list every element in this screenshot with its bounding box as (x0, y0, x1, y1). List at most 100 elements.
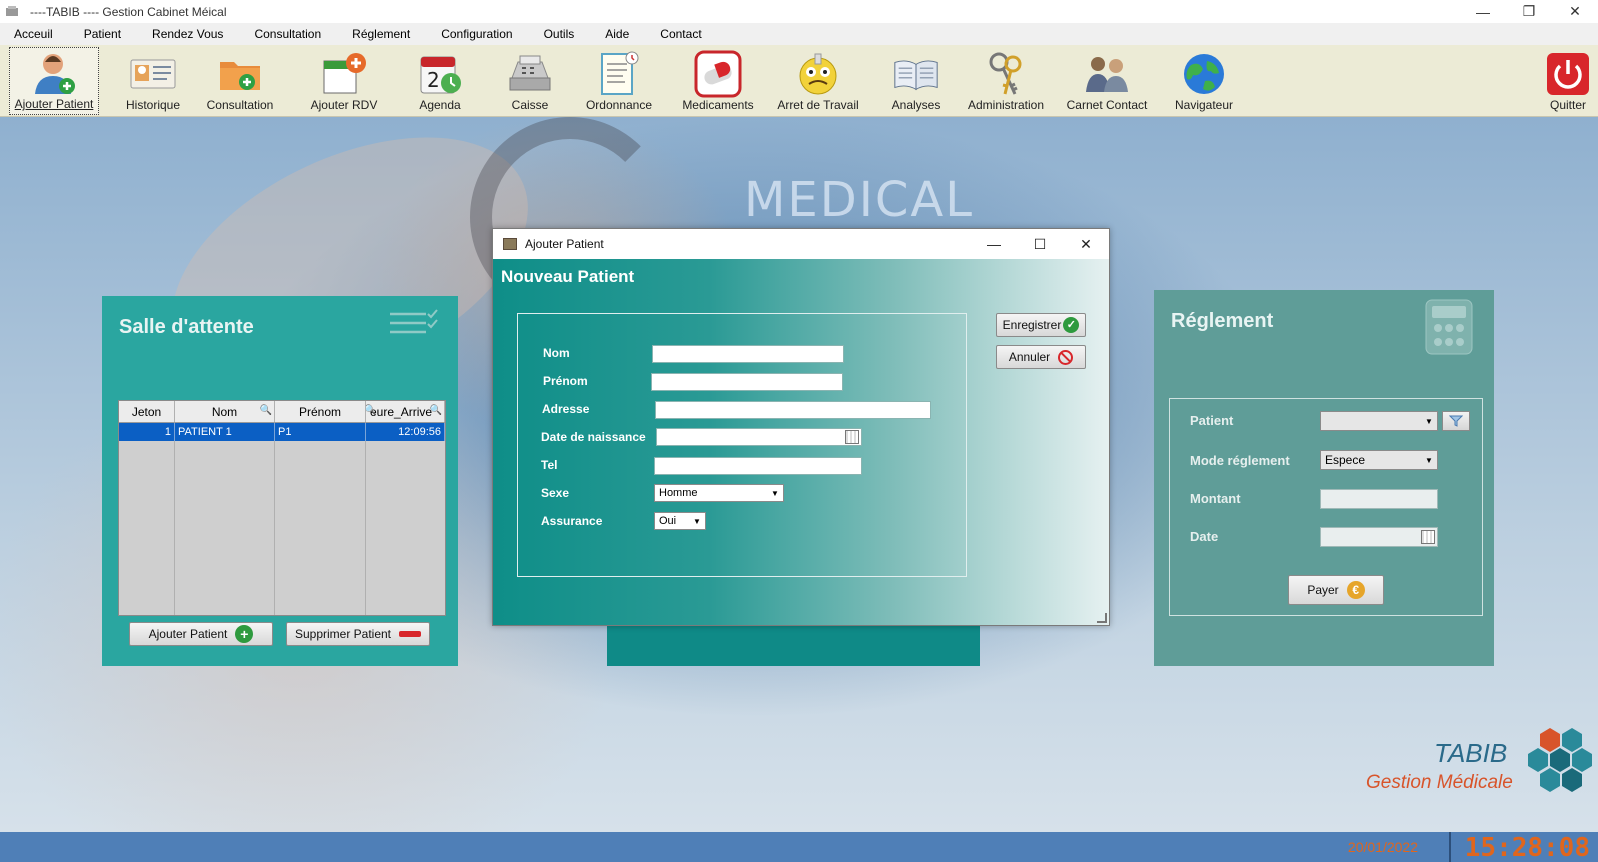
assurance-select[interactable]: Oui ▼ (654, 512, 706, 530)
toolbar-quitter-label: Quitter (1549, 98, 1586, 112)
col-header-heure[interactable]: 🔍eure_Arrive🔍 (366, 401, 445, 422)
reglement-panel: Réglement Patient ▼ Mode réglement Espec… (1154, 290, 1494, 666)
logo-name: TABIB (1434, 738, 1508, 768)
toolbar-medicaments-label: Medicaments (682, 98, 754, 112)
status-bar: 20/01/2022 15:28:08 (0, 832, 1598, 862)
salle-attente-title: Salle d'attente (119, 316, 254, 338)
toolbar-navigateur[interactable]: Navigateur (1166, 47, 1242, 115)
mode-reglement-value: Espece (1325, 453, 1366, 467)
toolbar-medicaments[interactable]: Medicaments (678, 47, 758, 115)
payer-button-label: Payer (1307, 583, 1339, 597)
filter-button[interactable] (1442, 411, 1470, 431)
assurance-value: Oui (659, 515, 677, 527)
prenom-label: Prénom (543, 374, 588, 388)
keys-icon (981, 50, 1031, 98)
tel-label: Tel (541, 458, 558, 472)
toolbar-carnet-contact[interactable]: Carnet Contact (1062, 47, 1152, 115)
ajouter-patient-dialog: Ajouter Patient — ☐ ✕ Nouveau Patient No… (492, 228, 1110, 626)
sexe-label: Sexe (541, 486, 570, 500)
date-naissance-picker[interactable] (656, 428, 862, 446)
reglement-date-picker[interactable] (1320, 527, 1438, 547)
cell-jeton: 1 (119, 423, 175, 441)
dialog-close-button[interactable]: ✕ (1063, 229, 1109, 259)
svg-text:2: 2 (427, 68, 440, 92)
power-icon (1543, 50, 1593, 98)
grid-column-lines (119, 441, 445, 615)
window-titlebar: ----TABIB ---- Gestion Cabinet Méical — … (0, 0, 1598, 23)
toolbar-arret-de-travail[interactable]: Arret de Travail (770, 47, 866, 115)
tel-input[interactable] (654, 457, 862, 475)
toolbar-consultation-label: Consultation (206, 98, 274, 112)
table-row[interactable]: 1 PATIENT 1 P1 12:09:56 (119, 423, 445, 441)
mode-reglement-select[interactable]: Espece ▼ (1320, 450, 1438, 470)
toolbar-caisse-label: Caisse (511, 98, 549, 112)
reglement-patient-select[interactable]: ▼ (1320, 411, 1438, 431)
adresse-input[interactable] (655, 401, 931, 419)
menu-configuration[interactable]: Configuration (434, 27, 519, 41)
col-header-heure-label: eure_Arrive (370, 404, 433, 419)
chevron-down-icon: ▼ (1425, 416, 1433, 426)
col-header-prenom[interactable]: Prénom (275, 401, 366, 422)
cell-prenom: P1 (275, 423, 366, 441)
toolbar-administration-label: Administration (967, 98, 1045, 112)
toolbar-historique[interactable]: Historique (118, 47, 188, 115)
search-icon: 🔍 (429, 405, 442, 416)
dialog-minimize-button[interactable]: — (971, 229, 1017, 259)
prenom-input[interactable] (651, 373, 843, 391)
enregistrer-button[interactable]: Enregistrer ✓ (996, 313, 1086, 337)
col-header-jeton[interactable]: Jeton (119, 401, 175, 422)
dialog-maximize-button[interactable]: ☐ (1017, 229, 1063, 259)
salle-attente-panel: Salle d'attente Jeton Nom🔍 Prénom 🔍eure_… (102, 296, 458, 666)
toolbar-administration[interactable]: Administration (962, 47, 1050, 115)
payer-button[interactable]: Payer € (1288, 575, 1384, 605)
sexe-select[interactable]: Homme ▼ (654, 484, 784, 502)
nom-label: Nom (543, 346, 570, 360)
toolbar-agenda[interactable]: 2 Agenda (412, 47, 468, 115)
menu-acceuil[interactable]: Acceuil (7, 27, 60, 41)
assurance-label: Assurance (541, 514, 603, 528)
toolbar-analyses[interactable]: Analyses (886, 47, 946, 115)
dialog-body: Nouveau Patient Nom Prénom Adresse Date … (493, 259, 1109, 625)
grid-header: Jeton Nom🔍 Prénom 🔍eure_Arrive🔍 (119, 401, 445, 423)
restore-button[interactable]: ❐ (1506, 0, 1552, 23)
montant-input[interactable] (1320, 489, 1438, 509)
menu-patient[interactable]: Patient (77, 27, 128, 41)
menu-contact[interactable]: Contact (653, 27, 708, 41)
toolbar-quitter[interactable]: Quitter (1540, 47, 1596, 115)
reglement-date-label: Date (1190, 529, 1219, 544)
contacts-icon (1082, 50, 1132, 98)
menu-consultation[interactable]: Consultation (247, 27, 328, 41)
toolbar-ordonnance[interactable]: Ordonnance (582, 47, 656, 115)
plus-icon: + (235, 625, 254, 643)
dialog-titlebar: Ajouter Patient — ☐ ✕ (493, 229, 1109, 259)
nom-input[interactable] (652, 345, 844, 363)
minimize-button[interactable]: — (1460, 0, 1506, 23)
toolbar-ajouter-patient[interactable]: Ajouter Patient (9, 47, 99, 115)
menu-outils[interactable]: Outils (537, 27, 582, 41)
annuler-button[interactable]: Annuler (996, 345, 1086, 369)
calendar-icon (845, 430, 859, 444)
toolbar-historique-label: Historique (125, 98, 181, 112)
checkmark-icon: ✓ (1063, 317, 1080, 333)
delete-patient-button[interactable]: Supprimer Patient (286, 622, 430, 646)
sick-face-icon (793, 50, 843, 98)
menu-reglement[interactable]: Réglement (345, 27, 417, 41)
waiting-list-grid[interactable]: Jeton Nom🔍 Prénom 🔍eure_Arrive🔍 1 PATIEN… (118, 400, 446, 616)
checklist-icon (388, 308, 440, 338)
search-icon: 🔍 (259, 405, 272, 416)
chevron-down-icon: ▼ (1425, 455, 1433, 465)
toolbar-consultation[interactable]: Consultation (202, 47, 278, 115)
add-patient-button-label: Ajouter Patient (148, 627, 228, 641)
resize-grip[interactable] (1097, 613, 1107, 623)
folder-add-icon (215, 50, 265, 98)
menu-aide[interactable]: Aide (598, 27, 636, 41)
add-patient-button[interactable]: Ajouter Patient + (129, 622, 273, 646)
toolbar-agenda-label: Agenda (419, 98, 461, 112)
close-button[interactable]: ✕ (1552, 0, 1598, 23)
mode-reglement-label: Mode réglement (1190, 453, 1290, 468)
toolbar-ajouter-rdv[interactable]: Ajouter RDV (304, 47, 384, 115)
patient-form: Nom Prénom Adresse Date de naissance Tel… (517, 313, 967, 577)
toolbar-caisse[interactable]: Caisse (502, 47, 558, 115)
col-header-nom[interactable]: Nom 🔍 (175, 401, 275, 422)
menu-rendez-vous[interactable]: Rendez Vous (145, 27, 230, 41)
